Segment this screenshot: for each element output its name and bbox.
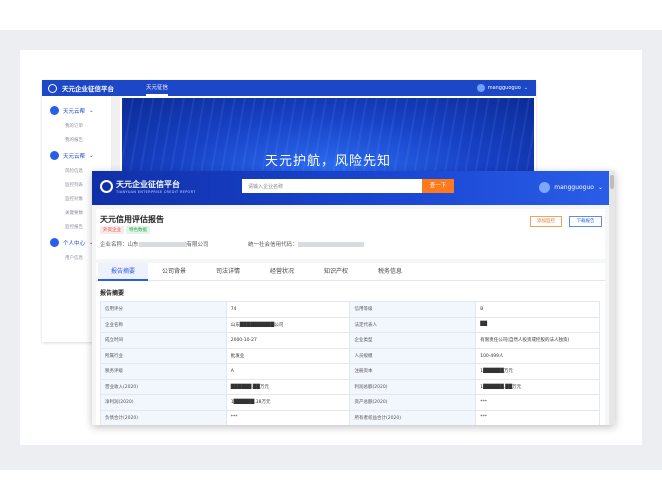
table-key-cell: 企业名称 bbox=[100, 316, 227, 333]
user-menu[interactable]: mangguoguo ⌄ bbox=[539, 182, 603, 193]
front-window: 天元企业征信平台 TIANYUAN ENTERPRISE CREDIT REPO… bbox=[92, 171, 615, 425]
back-brand: 天元企业征信平台 bbox=[62, 85, 114, 93]
table-row: 信用评分 74 信用等级 B bbox=[100, 301, 600, 318]
table-value-cell: 1██████万元 bbox=[475, 363, 600, 380]
table-row: 成立时间 2000-10-27 企业类型 有限责任公司(自然人投资或控股的法人独资) bbox=[100, 332, 600, 349]
avatar bbox=[539, 182, 551, 193]
cloud-icon bbox=[50, 106, 59, 115]
chevron-down-icon: ⌄ bbox=[89, 107, 94, 114]
redacted-block bbox=[297, 242, 364, 247]
back-topbar: 天元企业征信平台 天元征信 mangguoguo ⌄ bbox=[42, 80, 536, 96]
username: mangguoguo bbox=[554, 184, 594, 191]
tab-judicial[interactable]: 司法详情 bbox=[202, 263, 254, 281]
sidebar-item[interactable]: 我的报告 bbox=[42, 133, 111, 147]
table-value-cell: 74 bbox=[225, 301, 351, 318]
user-icon bbox=[50, 238, 59, 247]
table-key-cell: 营业收入(2020) bbox=[100, 378, 227, 395]
avatar bbox=[476, 84, 485, 92]
table-row: 营业收入(2020) ██████.██万元 利润总额(2020) 1██████.█… bbox=[100, 378, 600, 395]
table-key-cell: 利润总额(2020) bbox=[349, 378, 477, 395]
add-monitor-button[interactable]: 添加监控 bbox=[530, 216, 562, 227]
table-key-cell: 税务评级 bbox=[100, 363, 227, 380]
table-value-cell: 山东██████████公司 bbox=[225, 316, 351, 333]
section-title: 报告摘要 bbox=[100, 290, 125, 297]
back-user-menu[interactable]: mangguoguo ⌄ bbox=[476, 84, 528, 92]
tab-ip[interactable]: 知识产权 bbox=[310, 263, 362, 281]
table-key-cell: 负债合计(2020) bbox=[100, 409, 227, 425]
summary-table: 信用评分 74 信用等级 B 企业名称 山东██████████公司 法定代表人 ██ 成立时间… bbox=[100, 301, 600, 425]
table-row: 负债合计(2020) *** 所有者权益合计(2020) *** bbox=[100, 409, 600, 425]
table-value-cell: 1██████.██万元 bbox=[475, 378, 600, 395]
report-content: 报告摘要 信用评分 74 信用等级 B 企业名称 山东██████████公司 法定代表人 █… bbox=[96, 281, 605, 425]
sidebar-group-1[interactable]: 天元云帮 ⌄ bbox=[42, 102, 111, 119]
table-key-cell: 注册资本 bbox=[349, 363, 477, 380]
tag-badge: 特色数据 bbox=[126, 226, 150, 234]
back-username: mangguoguo bbox=[487, 85, 521, 91]
nav-tab-active[interactable]: 天元征信 bbox=[146, 80, 169, 96]
table-row: 所属行业 批发业 人员规模 100-499人 bbox=[100, 347, 600, 364]
table-value-cell: *** bbox=[475, 409, 600, 425]
table-key-cell: 净利润(2020) bbox=[100, 394, 227, 411]
table-key-cell: 成立时间 bbox=[100, 332, 227, 349]
table-value-cell: B bbox=[475, 301, 600, 318]
redacted-block bbox=[138, 242, 187, 247]
sidebar-item[interactable]: 我的订单 bbox=[42, 119, 111, 133]
report-title: 天元信用评估报告 bbox=[100, 215, 164, 224]
table-value-cell: ██ bbox=[475, 316, 600, 333]
table-row: 净利润(2020) 1██████.38万元 资产总额(2020) *** bbox=[100, 394, 600, 411]
table-value-cell: 有限责任公司(自然人投资或控股的法人独资) bbox=[475, 332, 600, 349]
table-value-cell: *** bbox=[475, 394, 600, 411]
table-key-cell: 法定代表人 bbox=[349, 316, 477, 333]
table-value-cell: A bbox=[225, 363, 351, 380]
table-value-cell: *** bbox=[225, 409, 351, 425]
table-value-cell: 100-499人 bbox=[475, 347, 600, 364]
chevron-down-icon: ⌄ bbox=[597, 184, 603, 191]
credit-code: 统一社会信用代码： bbox=[248, 240, 364, 248]
report-header: 天元信用评估报告 外资企业 特色数据 企业名称：山东 有限公司 统一社会信用代码：… bbox=[96, 209, 605, 259]
download-report-button[interactable]: 下载报告 bbox=[569, 216, 602, 227]
banner-slogan: 天元护航，风险先知 bbox=[264, 154, 391, 169]
table-key-cell: 信用等级 bbox=[349, 301, 477, 318]
front-brand-sub: TIANYUAN ENTERPRISE CREDIT REPORT bbox=[116, 190, 196, 194]
tab-summary[interactable]: 报告摘要 bbox=[98, 263, 148, 281]
chevron-down-icon: ⌄ bbox=[89, 152, 94, 159]
tab-tax[interactable]: 税务信息 bbox=[364, 263, 416, 281]
scrollbar-thumb[interactable] bbox=[610, 175, 614, 189]
logo-icon bbox=[100, 180, 113, 193]
tab-background[interactable]: 公司背景 bbox=[148, 263, 200, 281]
table-key-cell: 资产总额(2020) bbox=[349, 394, 477, 411]
table-key-cell: 人员规模 bbox=[349, 347, 477, 364]
table-key-cell: 企业类型 bbox=[349, 332, 477, 349]
front-brand: 天元企业征信平台 bbox=[116, 180, 180, 189]
chevron-down-icon: ⌄ bbox=[523, 85, 528, 91]
monitor-icon bbox=[50, 151, 59, 160]
search-button[interactable]: 查一下 bbox=[422, 179, 454, 193]
tab-operation[interactable]: 经营状况 bbox=[256, 263, 308, 281]
table-value-cell: 1██████.38万元 bbox=[225, 394, 351, 411]
table-value-cell: 批发业 bbox=[225, 347, 351, 364]
scrollbar[interactable] bbox=[609, 171, 615, 425]
search-input[interactable]: 请输入企业名称 bbox=[242, 179, 422, 193]
sidebar-group-2[interactable]: 天元云帮 ⌄ bbox=[42, 147, 111, 164]
table-key-cell: 信用评分 bbox=[100, 301, 227, 318]
tag-badge: 外资企业 bbox=[100, 226, 124, 234]
logo-icon bbox=[48, 83, 57, 93]
table-key-cell: 所属行业 bbox=[100, 347, 227, 364]
table-row: 税务评级 A 注册资本 1██████万元 bbox=[100, 363, 600, 380]
company-name: 企业名称：山东 有限公司 bbox=[100, 242, 209, 248]
tab-bar: 报告摘要 公司背景 司法详情 经营状况 知识产权 税务信息 bbox=[96, 263, 605, 281]
table-row: 企业名称 山东██████████公司 法定代表人 ██ bbox=[100, 316, 600, 333]
table-key-cell: 所有者权益合计(2020) bbox=[349, 409, 477, 425]
table-value-cell: ██████.██万元 bbox=[225, 378, 351, 395]
front-topbar: 天元企业征信平台 TIANYUAN ENTERPRISE CREDIT REPO… bbox=[92, 171, 615, 205]
table-value-cell: 2000-10-27 bbox=[225, 332, 351, 349]
